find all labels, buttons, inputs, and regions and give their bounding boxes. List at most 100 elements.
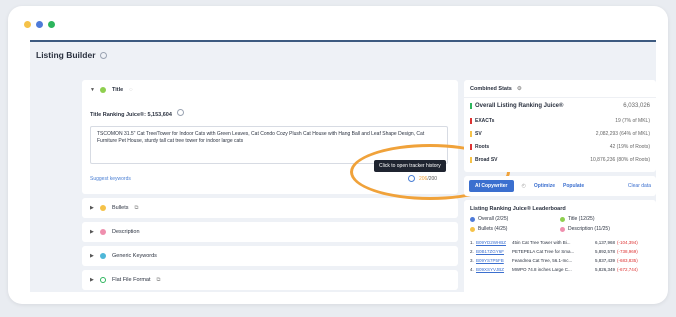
stat-label: SV xyxy=(470,130,482,137)
row-name: MWPO 74.8 inches Large C... xyxy=(512,267,572,272)
stats-column: Combined Stats ⚙ Overall Listing Ranking… xyxy=(464,80,656,292)
chevron-right-icon[interactable]: ▶ xyxy=(90,229,100,235)
char-counter: 206/200 xyxy=(419,176,437,182)
leaderboard-row: 4. B09XSYVJBZ MWPO 74.8 inches Large C..… xyxy=(470,265,650,274)
stat-label: Roots xyxy=(470,143,489,150)
info-icon[interactable] xyxy=(99,51,107,59)
keywords-color-dot xyxy=(100,253,106,259)
title-text-area[interactable]: TSCOMON 31.5" Cat Tree/Tower for Indoor … xyxy=(90,126,448,164)
populate-button[interactable]: Populate xyxy=(563,183,584,189)
legend-label: Overall (2/25) xyxy=(478,216,509,222)
combined-stats-title: Combined Stats xyxy=(470,85,512,92)
title-panel-header[interactable]: ▼ Title ◌ xyxy=(82,80,458,100)
gear-icon[interactable]: ⚙ xyxy=(517,86,522,92)
copy-icon[interactable]: ⧉ xyxy=(157,277,161,284)
copy-icon[interactable]: ⧉ xyxy=(135,205,139,212)
chevron-down-icon[interactable]: ▼ xyxy=(90,87,100,93)
char-max: /200 xyxy=(427,176,438,182)
suggest-keywords-link[interactable]: Suggest keywords xyxy=(90,176,131,182)
section-generic-keywords[interactable]: ▶ Generic Keywords xyxy=(82,246,458,266)
leaderboard-legend: Overall (2/25) Title (12/25) Bullets (4/… xyxy=(470,216,650,232)
title-panel: ▼ Title ◌ Title Ranking Juice®: 5,153,60… xyxy=(82,80,510,200)
title-juice-value: 5,153,604 xyxy=(147,112,172,118)
bullets-color-dot xyxy=(100,205,106,211)
stat-label: EXACTs xyxy=(470,117,494,124)
section-bullets[interactable]: ▶ Bullets ⧉ xyxy=(82,198,458,218)
section-flat-file-format[interactable]: ▶ Flat File Format ⧉ xyxy=(82,270,458,290)
chevron-right-icon[interactable]: ▶ xyxy=(90,277,100,283)
row-delta: (-672,744) xyxy=(617,267,638,272)
browser-window: Listing Builder ▼ Title ◌ Title Ranking … xyxy=(8,6,668,304)
row-asin-link[interactable]: B09YD2WHBZ xyxy=(476,240,512,245)
row-name: 45in Cat Tree Tower with Bi... xyxy=(512,240,571,245)
window-dot-yellow[interactable] xyxy=(24,21,31,28)
action-toolbar: AI Copywriter ◴ Optimize Populate Clear … xyxy=(464,176,656,196)
leaderboard-row: 3. B09YS7P5FB Feandrea Cat Tree, 56.1-In… xyxy=(470,256,650,265)
section-description[interactable]: ▶ Description xyxy=(82,222,458,242)
stat-value: 42 (19% of Roots) xyxy=(609,143,650,150)
stat-value: 2,082,293 (64% of MKL) xyxy=(595,130,650,137)
row-score: 5,837,439 xyxy=(594,258,615,263)
legend-swatch xyxy=(470,226,475,232)
window-dot-green[interactable] xyxy=(48,21,55,28)
legend-description: Description (11/25) xyxy=(560,226,650,232)
chevron-right-icon[interactable]: ▶ xyxy=(90,205,100,211)
section-label: Bullets xyxy=(112,205,129,211)
leaderboard-title: Listing Ranking Juice® Leaderboard xyxy=(470,206,566,212)
clear-data-button[interactable]: Clear data xyxy=(628,183,651,189)
tracker-history-tooltip: Click to open tracker history xyxy=(374,160,446,172)
row-asin-link[interactable]: B09YS7P5FB xyxy=(476,258,512,263)
row-asin-link[interactable]: B0B17ZGY6F xyxy=(476,249,512,254)
legend-label: Bullets (4/25) xyxy=(478,226,508,232)
sections-column: ▼ Title ◌ Title Ranking Juice®: 5,153,60… xyxy=(82,80,510,292)
title-section-label: Title xyxy=(112,87,124,93)
leaderboard-row: 2. B0B17ZGY6F PETEPELA Cat Tree for Sma.… xyxy=(470,247,650,256)
title-color-dot xyxy=(100,87,106,93)
row-asin-link[interactable]: B09XSYVJBZ xyxy=(476,267,512,272)
leaderboard-row: 1. B09YD2WHBZ 45in Cat Tree Tower with B… xyxy=(470,238,650,247)
title-text: TSCOMON 31.5" Cat Tree/Tower for Indoor … xyxy=(97,131,425,144)
row-delta: (-738,969) xyxy=(617,249,638,254)
legend-swatch xyxy=(560,216,565,222)
stat-row-overall: Overall Listing Ranking Juice® 6,033,026 xyxy=(464,98,656,114)
window-controls xyxy=(24,21,55,28)
legend-title: Title (12/25) xyxy=(560,216,650,222)
stat-value: 6,033,026 xyxy=(623,103,650,109)
stat-label: Overall Listing Ranking Juice® xyxy=(470,103,563,109)
title-ranking-juice: Title Ranking Juice®: 5,153,604 xyxy=(82,100,458,118)
history-icon[interactable] xyxy=(408,175,415,182)
title-juice-label: Title Ranking Juice xyxy=(90,112,141,118)
page-header: Listing Builder xyxy=(30,42,656,68)
row-score: 5,826,349 xyxy=(594,267,615,272)
legend-swatch xyxy=(470,216,475,222)
leaderboard-card: Listing Ranking Juice® Leaderboard Overa… xyxy=(464,200,656,292)
combined-stats-header: Combined Stats ⚙ xyxy=(464,80,656,98)
stat-row-exacts: EXACTs 19 (7% of MKL) xyxy=(464,114,656,127)
stat-row-sv: SV 2,082,293 (64% of MKL) xyxy=(464,127,656,140)
ai-copywriter-button[interactable]: AI Copywriter xyxy=(469,180,514,192)
legend-bullets: Bullets (4/25) xyxy=(470,226,560,232)
optimize-button[interactable]: Optimize xyxy=(534,183,555,189)
listing-builder-app: Listing Builder ▼ Title ◌ Title Ranking … xyxy=(30,40,656,292)
legend-label: Description (11/25) xyxy=(568,226,610,232)
combined-stats-card: Combined Stats ⚙ Overall Listing Ranking… xyxy=(464,80,656,172)
history-icon[interactable]: ◴ xyxy=(522,183,526,189)
flat-file-icon xyxy=(100,277,106,283)
legend-swatch xyxy=(560,226,565,232)
stat-row-roots: Roots 42 (19% of Roots) xyxy=(464,140,656,153)
row-delta: (-104,394) xyxy=(617,240,638,245)
stat-value: 19 (7% of MKL) xyxy=(615,117,650,124)
row-name: Feandrea Cat Tree, 56.1-Inc... xyxy=(512,258,573,263)
page-title: Listing Builder xyxy=(36,50,96,60)
lightbulb-icon[interactable]: ◌ xyxy=(129,87,132,93)
info-icon[interactable] xyxy=(177,109,185,116)
window-dot-blue[interactable] xyxy=(36,21,43,28)
section-label: Flat File Format xyxy=(112,277,151,283)
legend-overall: Overall (2/25) xyxy=(470,216,560,222)
row-name: PETEPELA Cat Tree for Sma... xyxy=(512,249,575,254)
legend-label: Title (12/25) xyxy=(568,216,595,222)
chevron-right-icon[interactable]: ▶ xyxy=(90,253,100,259)
stat-label: Broad SV xyxy=(470,156,498,163)
stat-row-broad-sv: Broad SV 10,876,236 (80% of Roots) xyxy=(464,153,656,166)
row-delta: (-683,835) xyxy=(617,258,638,263)
